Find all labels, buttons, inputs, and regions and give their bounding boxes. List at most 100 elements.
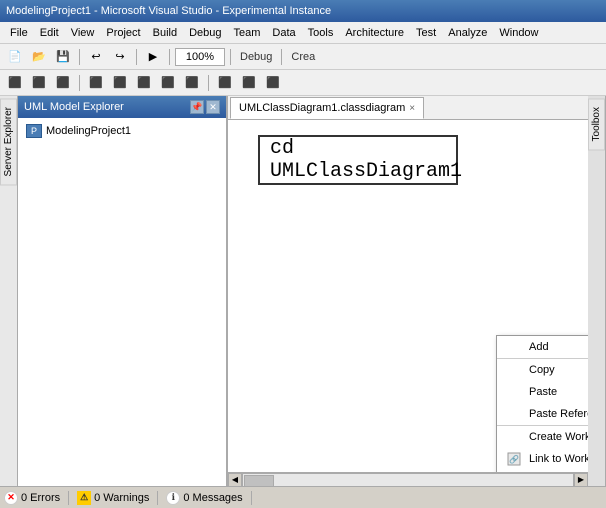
warnings-label: 0 Warnings bbox=[94, 492, 149, 504]
menu-window[interactable]: Window bbox=[493, 25, 544, 41]
sep-7 bbox=[208, 75, 209, 91]
diagram-tab-label: UMLClassDiagram1.classdiagram bbox=[239, 102, 405, 114]
tab-bar: UMLClassDiagram1.classdiagram × bbox=[228, 96, 588, 120]
sep-6 bbox=[79, 75, 80, 91]
tb2-btn1[interactable]: ⬛ bbox=[4, 73, 26, 93]
diagram-box: cd UMLClassDiagram1 bbox=[258, 135, 458, 185]
menu-tools[interactable]: Tools bbox=[302, 25, 340, 41]
ctx-view-work: View Work Items... bbox=[497, 470, 588, 472]
scroll-right-btn[interactable]: ▶ bbox=[574, 473, 588, 487]
menu-architecture[interactable]: Architecture bbox=[339, 25, 410, 41]
sep-1 bbox=[79, 49, 80, 65]
ctx-paste-ref-label: Paste Reference bbox=[529, 408, 588, 420]
svg-text:🔗: 🔗 bbox=[509, 454, 519, 464]
warning-icon: ⚠ bbox=[77, 491, 91, 505]
ctx-add[interactable]: Add ▶ bbox=[497, 336, 588, 359]
ctx-paste-ref[interactable]: Paste Reference bbox=[497, 403, 588, 426]
ctx-paste-label: Paste bbox=[529, 386, 557, 398]
ctx-copy-icon bbox=[505, 362, 523, 378]
ctx-copy[interactable]: Copy Ctrl+C bbox=[497, 359, 588, 381]
menu-file[interactable]: File bbox=[4, 25, 34, 41]
ctx-add-label: Add bbox=[529, 341, 549, 353]
message-icon: ℹ bbox=[166, 491, 180, 505]
tb2-btn11[interactable]: ⬛ bbox=[262, 73, 284, 93]
main-area: Server Explorer UML Model Explorer 📌 ✕ P… bbox=[0, 96, 606, 486]
menu-team[interactable]: Team bbox=[228, 25, 267, 41]
tb2-btn8[interactable]: ⬛ bbox=[181, 73, 203, 93]
panel-title: UML Model Explorer bbox=[24, 101, 124, 113]
panel-close-btn[interactable]: ✕ bbox=[206, 100, 220, 114]
new-project-btn[interactable]: 📄 bbox=[4, 47, 26, 67]
redo-btn[interactable]: ↪ bbox=[109, 47, 131, 67]
menu-analyze[interactable]: Analyze bbox=[442, 25, 493, 41]
ctx-paste-ref-icon bbox=[505, 406, 523, 422]
diagram-area[interactable]: cd UMLClassDiagram1 Add ▶ Copy Ctrl+C bbox=[228, 120, 588, 472]
zoom-input[interactable] bbox=[175, 48, 225, 66]
ctx-create-work-item[interactable]: Create Work Item ▶ bbox=[497, 426, 588, 448]
diagram-tab[interactable]: UMLClassDiagram1.classdiagram × bbox=[230, 97, 424, 119]
tb2-btn4[interactable]: ⬛ bbox=[85, 73, 107, 93]
menu-build[interactable]: Build bbox=[147, 25, 183, 41]
menu-project[interactable]: Project bbox=[100, 25, 146, 41]
panel-buttons: 📌 ✕ bbox=[190, 100, 220, 114]
tb2-btn9[interactable]: ⬛ bbox=[214, 73, 236, 93]
tb2-btn10[interactable]: ⬛ bbox=[238, 73, 260, 93]
tb2-btn5[interactable]: ⬛ bbox=[109, 73, 131, 93]
tree-item-project[interactable]: P ModelingProject1 bbox=[22, 122, 222, 140]
sep-3 bbox=[169, 49, 170, 65]
tab-close-btn[interactable]: × bbox=[409, 103, 415, 114]
errors-status[interactable]: ✕ 0 Errors bbox=[4, 491, 69, 505]
open-btn[interactable]: 📂 bbox=[28, 47, 50, 67]
create-label: Crea bbox=[287, 51, 319, 63]
ctx-link-work[interactable]: 🔗 Link to Work Item... bbox=[497, 448, 588, 470]
scroll-thumb[interactable] bbox=[244, 475, 274, 487]
tb2-btn7[interactable]: ⬛ bbox=[157, 73, 179, 93]
ctx-paste-icon bbox=[505, 384, 523, 400]
messages-label: 0 Messages bbox=[183, 492, 242, 504]
ctx-add-icon bbox=[505, 339, 523, 355]
scroll-left-btn[interactable]: ◀ bbox=[228, 473, 242, 487]
h-scrollbar[interactable]: ◀ ▶ bbox=[228, 472, 588, 486]
toolbar-2: ⬛ ⬛ ⬛ ⬛ ⬛ ⬛ ⬛ ⬛ ⬛ ⬛ ⬛ bbox=[0, 70, 606, 96]
ctx-create-work-icon bbox=[505, 429, 523, 445]
toolbox-label[interactable]: Toolbox bbox=[588, 98, 605, 150]
menu-view[interactable]: View bbox=[65, 25, 101, 41]
error-icon: ✕ bbox=[4, 491, 18, 505]
toolbox-tab[interactable]: Toolbox bbox=[588, 96, 606, 486]
scroll-track[interactable] bbox=[242, 473, 574, 487]
undo-btn[interactable]: ↩ bbox=[85, 47, 107, 67]
tb2-btn3[interactable]: ⬛ bbox=[52, 73, 74, 93]
ctx-copy-label: Copy bbox=[529, 364, 555, 376]
menu-debug[interactable]: Debug bbox=[183, 25, 227, 41]
debug-label: Debug bbox=[236, 51, 276, 63]
tb2-btn6[interactable]: ⬛ bbox=[133, 73, 155, 93]
save-btn[interactable]: 💾 bbox=[52, 47, 74, 67]
context-menu: Add ▶ Copy Ctrl+C Paste Ctrl+V bbox=[496, 335, 588, 472]
menu-data[interactable]: Data bbox=[266, 25, 301, 41]
server-explorer-tab[interactable]: Server Explorer bbox=[0, 96, 18, 486]
ctx-create-work-label: Create Work Item bbox=[529, 431, 588, 443]
messages-status[interactable]: ℹ 0 Messages bbox=[166, 491, 251, 505]
menu-edit[interactable]: Edit bbox=[34, 25, 65, 41]
ctx-paste[interactable]: Paste Ctrl+V bbox=[497, 381, 588, 403]
content-area: UMLClassDiagram1.classdiagram × cd UMLCl… bbox=[228, 96, 588, 486]
tb2-btn2[interactable]: ⬛ bbox=[28, 73, 50, 93]
server-explorer-label[interactable]: Server Explorer bbox=[0, 98, 17, 185]
start-btn[interactable]: ▶ bbox=[142, 47, 164, 67]
diagram-label: cd UMLClassDiagram1 bbox=[270, 137, 462, 183]
status-bar: ✕ 0 Errors ⚠ 0 Warnings ℹ 0 Messages bbox=[0, 486, 606, 508]
project-label: ModelingProject1 bbox=[46, 125, 131, 137]
ctx-link-work-label: Link to Work Item... bbox=[529, 453, 588, 465]
warnings-status[interactable]: ⚠ 0 Warnings bbox=[77, 491, 158, 505]
ctx-link-work-icon: 🔗 bbox=[505, 451, 523, 467]
title-bar: ModelingProject1 - Microsoft Visual Stud… bbox=[0, 0, 606, 22]
sep-2 bbox=[136, 49, 137, 65]
menu-bar: File Edit View Project Build Debug Team … bbox=[0, 22, 606, 44]
menu-test[interactable]: Test bbox=[410, 25, 442, 41]
tree-area: P ModelingProject1 bbox=[18, 118, 226, 486]
title-text: ModelingProject1 - Microsoft Visual Stud… bbox=[6, 5, 331, 17]
panel-pin-btn[interactable]: 📌 bbox=[190, 100, 204, 114]
sep-4 bbox=[230, 49, 231, 65]
panel-title-bar: UML Model Explorer 📌 ✕ bbox=[18, 96, 226, 118]
sep-5 bbox=[281, 49, 282, 65]
